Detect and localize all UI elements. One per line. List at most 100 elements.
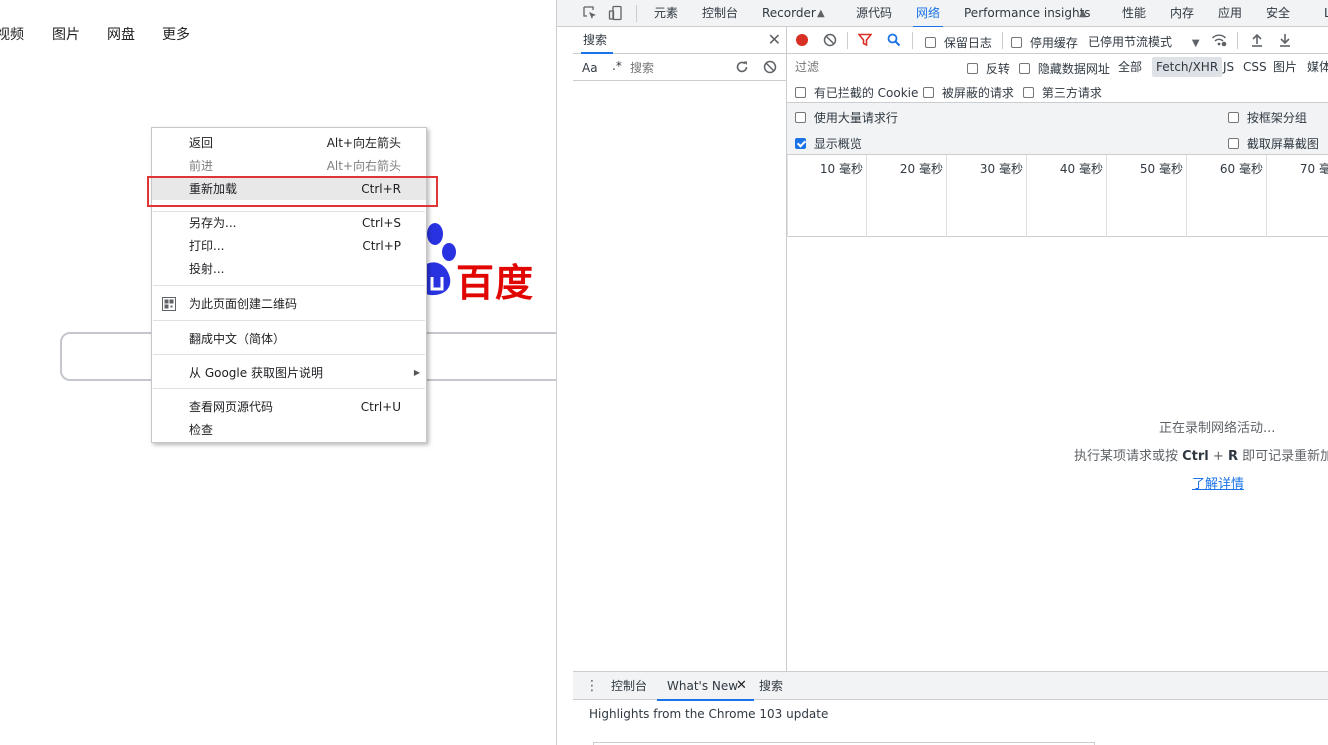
clear-icon[interactable] (762, 59, 778, 75)
menu-item-cast[interactable]: 投射... (152, 258, 426, 280)
qr-code-icon (162, 297, 176, 311)
menu-item-translate[interactable]: 翻成中文（简体） (152, 328, 426, 350)
checkbox-label: 有已拦截的 Cookie (813, 86, 919, 100)
filter-type-js[interactable]: JS (1219, 57, 1238, 77)
filter-input[interactable] (793, 58, 953, 76)
timeline-tick: 70 毫秒 (1266, 155, 1328, 237)
throttling-value: 已停用节流模式 (1088, 35, 1173, 49)
search-panel: 搜索 ✕ Aa .* (573, 27, 787, 671)
drawer-tab-console[interactable]: 控制台 (611, 672, 647, 700)
checkbox-box (1228, 112, 1239, 123)
network-panel: 保留日志 停用缓存 已停用节流模式 ▼ 过滤 反转 隐藏数据网址 全部 Fetc… (787, 27, 1328, 671)
tab-elements[interactable]: 元素 (654, 0, 678, 27)
import-har-icon[interactable] (1249, 32, 1265, 48)
menu-item-label: 检查 (189, 423, 214, 437)
blocked-requests-checkbox[interactable]: 被屏蔽的请求 (923, 84, 1014, 101)
refresh-icon[interactable] (734, 59, 750, 75)
checkbox-label: 隐藏数据网址 (1037, 62, 1110, 76)
menu-item-inspect[interactable]: 检查 (152, 419, 426, 441)
regex-button[interactable]: .* (612, 59, 622, 73)
invert-checkbox[interactable]: 反转 (967, 60, 1010, 77)
tab-recorder[interactable]: Recorder (762, 0, 816, 27)
timeline-tick: 30 毫秒 (946, 155, 1026, 237)
tab-performance-insights[interactable]: Performance insights (964, 0, 1091, 27)
checkbox-label: 保留日志 (943, 36, 992, 50)
nav-link-more[interactable]: 更多 (162, 24, 190, 44)
tab-network[interactable]: 网络 (912, 0, 944, 28)
overview-timeline[interactable]: 10 毫秒 20 毫秒 30 毫秒 40 毫秒 50 毫秒 60 毫秒 70 毫… (787, 155, 1328, 237)
drawer-tab-bar: ⋮ 控制台 What's New ✕ 搜索 (573, 672, 1328, 701)
show-overview-checkbox[interactable]: 显示概览 (795, 135, 862, 152)
tab-performance[interactable]: 性能 (1122, 0, 1146, 27)
menu-item-shortcut: Ctrl+P (362, 239, 401, 253)
tab-lighthouse[interactable]: L (1324, 0, 1328, 27)
capture-screenshots-checkbox[interactable]: 截取屏幕截图 (1228, 135, 1319, 152)
devtools-tab-bar: 元素 控制台 Recorder ▲ 源代码 网络 Performance ins… (557, 0, 1328, 28)
filter-type-all[interactable]: 全部 (1114, 57, 1146, 77)
checkbox-box (795, 138, 806, 149)
menu-item-label: 返回 (189, 136, 214, 150)
menu-item-shortcut: Alt+向右箭头 (326, 159, 401, 173)
menu-item-print[interactable]: 打印... Ctrl+P (152, 235, 426, 257)
filter-type-img[interactable]: 图片 (1269, 57, 1301, 77)
search-icon[interactable] (887, 33, 901, 47)
tab-application[interactable]: 应用 (1218, 0, 1242, 27)
blocked-cookies-checkbox[interactable]: 有已拦截的 Cookie (795, 84, 918, 101)
close-icon[interactable]: ✕ (768, 30, 781, 50)
search-panel-input[interactable] (628, 58, 728, 77)
menu-item-create-qr[interactable]: 为此页面创建二维码 (152, 293, 426, 315)
disable-cache-checkbox[interactable]: 停用缓存 (1011, 34, 1078, 51)
menu-item-label: 从 Google 获取图片说明 (189, 366, 323, 380)
baidu-logo-text: 百度 (456, 261, 535, 305)
filter-row: 反转 隐藏数据网址 全部 Fetch/XHR JS CSS 图片 媒体 (787, 54, 1328, 79)
nav-link-images[interactable]: 图片 (52, 24, 80, 44)
checkbox-label: 按框架分组 (1246, 111, 1307, 125)
nav-link-netdisk[interactable]: 网盘 (107, 24, 135, 44)
tab-console[interactable]: 控制台 (702, 0, 738, 27)
menu-item-save-as[interactable]: 另存为... Ctrl+S (152, 212, 426, 234)
close-icon[interactable]: ✕ (736, 672, 747, 700)
menu-item-forward[interactable]: 前进 Alt+向右箭头 (152, 155, 426, 177)
menu-item-shortcut: Ctrl+U (360, 400, 401, 414)
hint-text: 执行某项请求或按 (1074, 449, 1183, 464)
hide-data-urls-checkbox[interactable]: 隐藏数据网址 (1019, 60, 1110, 77)
filter-icon[interactable] (858, 33, 872, 47)
flask-icon: ▲ (817, 8, 825, 19)
preserve-log-checkbox[interactable]: 保留日志 (925, 34, 992, 51)
tab-security[interactable]: 安全 (1266, 0, 1290, 27)
drawer-tab-whats-new[interactable]: What's New (656, 672, 755, 701)
group-by-frame-checkbox[interactable]: 按框架分组 (1228, 109, 1307, 126)
options-row: 有已拦截的 Cookie 被屏蔽的请求 第三方请求 (787, 79, 1328, 103)
checkbox-label: 显示概览 (813, 137, 862, 151)
search-panel-header: 搜索 ✕ (573, 27, 787, 54)
inspect-element-icon[interactable] (582, 5, 598, 21)
tab-memory[interactable]: 内存 (1170, 0, 1194, 27)
tick-label: 30 毫秒 (979, 162, 1023, 176)
drawer-tab-search[interactable]: 搜索 (759, 672, 783, 700)
clear-log-icon[interactable] (823, 33, 837, 47)
device-toolbar-icon[interactable] (608, 5, 624, 21)
record-icon[interactable] (795, 33, 809, 47)
tab-sources[interactable]: 源代码 (856, 0, 892, 27)
export-har-icon[interactable] (1277, 32, 1293, 48)
third-party-checkbox[interactable]: 第三方请求 (1023, 84, 1102, 101)
throttling-select[interactable]: 已停用节流模式 ▼ (1088, 33, 1200, 50)
timeline-tick: 50 毫秒 (1106, 155, 1186, 237)
checkbox-label: 反转 (985, 62, 1010, 76)
filter-type-css[interactable]: CSS (1239, 57, 1271, 77)
learn-more-link[interactable]: 了解详情 (1192, 473, 1244, 492)
menu-item-label: 前进 (189, 159, 214, 173)
filter-type-fetch-xhr[interactable]: Fetch/XHR (1152, 57, 1223, 77)
match-case-button[interactable]: Aa (582, 61, 598, 75)
search-panel-title[interactable]: 搜索 (580, 27, 614, 54)
drawer-menu-icon[interactable]: ⋮ (585, 672, 599, 700)
checkbox-box (925, 37, 936, 48)
nav-link-video[interactable]: 视频 (0, 24, 24, 44)
big-request-rows-checkbox[interactable]: 使用大量请求行 (795, 109, 898, 126)
network-conditions-icon[interactable] (1211, 32, 1227, 48)
menu-item-reload[interactable]: 重新加载 Ctrl+R (152, 178, 426, 200)
filter-type-media[interactable]: 媒体 (1303, 57, 1328, 77)
menu-item-image-descriptions[interactable]: 从 Google 获取图片说明 ▶ (152, 362, 426, 384)
menu-item-view-source[interactable]: 查看网页源代码 Ctrl+U (152, 396, 426, 418)
menu-item-back[interactable]: 返回 Alt+向左箭头 (152, 132, 426, 154)
